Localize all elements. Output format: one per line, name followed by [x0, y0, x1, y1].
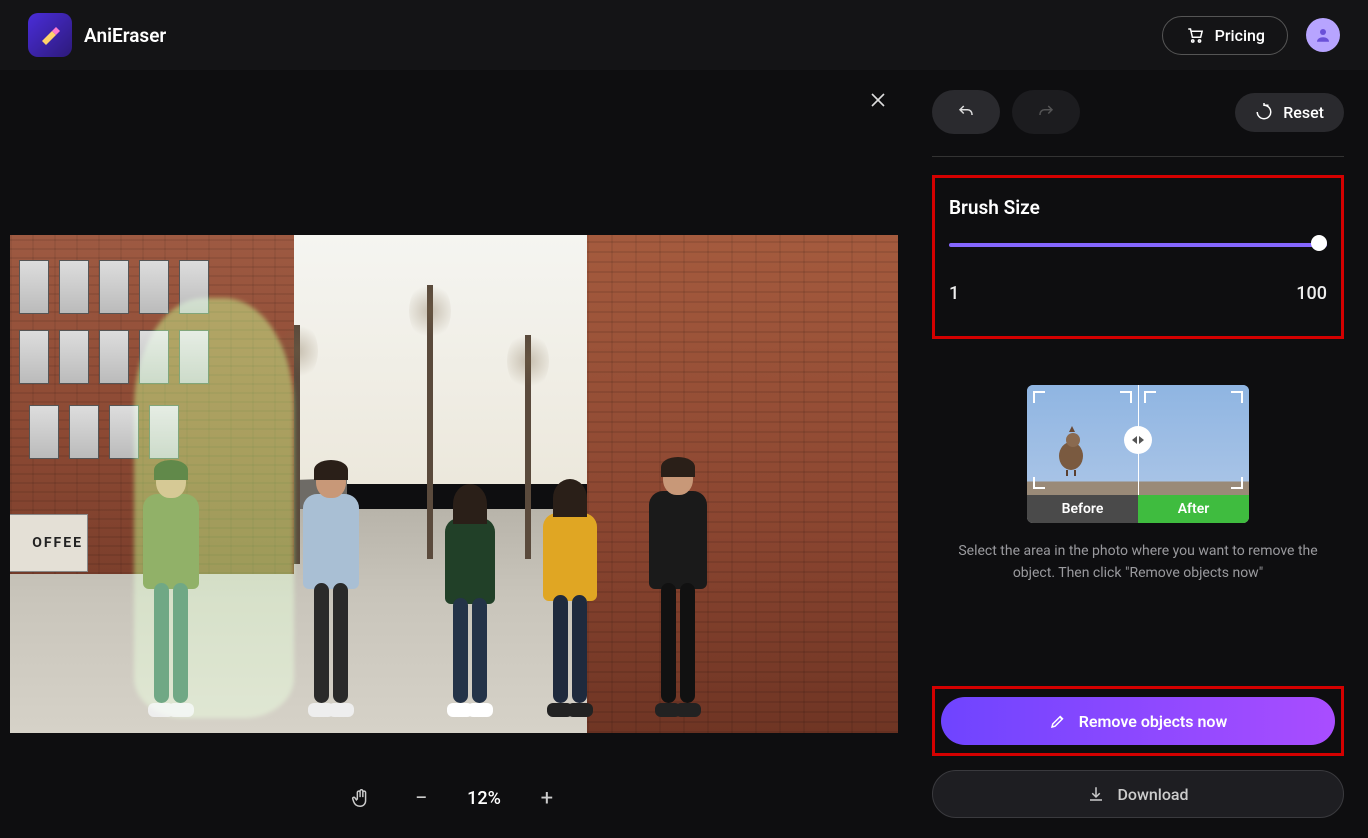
reset-button[interactable]: Reset	[1235, 93, 1344, 132]
instruction-text: Select the area in the photo where you w…	[938, 541, 1338, 584]
history-controls	[932, 90, 1080, 134]
divider	[932, 156, 1344, 157]
app-name: AniEraser	[84, 24, 166, 47]
brush-size-slider[interactable]	[949, 241, 1327, 249]
coffee-sign: OFFEE	[10, 514, 88, 572]
reset-label: Reset	[1283, 103, 1324, 122]
brush-icon	[1049, 712, 1067, 730]
user-icon	[1314, 26, 1332, 44]
download-icon	[1087, 785, 1105, 803]
redo-icon	[1035, 103, 1057, 121]
download-label: Download	[1117, 785, 1188, 804]
compare-handle-icon	[1124, 426, 1152, 454]
slider-min: 1	[949, 283, 959, 304]
plus-icon: +	[541, 786, 553, 811]
remove-objects-label: Remove objects now	[1079, 712, 1228, 731]
slider-track	[949, 243, 1327, 247]
bird-icon	[1049, 426, 1093, 476]
preview-image: Before After	[1027, 385, 1249, 523]
user-avatar[interactable]	[1306, 18, 1340, 52]
zoom-out-button[interactable]: −	[407, 784, 435, 812]
reset-icon	[1255, 103, 1273, 121]
redo-button[interactable]	[1012, 90, 1080, 134]
slider-range: 1 100	[949, 283, 1327, 304]
preview-section: Before After Select the area in the phot…	[932, 385, 1344, 584]
image-viewport[interactable]: OFFEE	[0, 70, 908, 838]
remove-objects-button[interactable]: Remove objects now	[941, 697, 1335, 745]
sidebar-top: Reset	[932, 90, 1344, 134]
pan-tool[interactable]	[347, 784, 375, 812]
edited-photo: OFFEE	[10, 235, 898, 733]
canvas-area: OFFEE	[0, 70, 908, 838]
header-right: Pricing	[1162, 16, 1340, 55]
app-header: AniEraser Pricing	[0, 0, 1368, 70]
brush-size-panel: Brush Size 1 100	[932, 175, 1344, 339]
brand: AniEraser	[28, 13, 166, 57]
minus-icon: −	[415, 786, 428, 811]
zoom-in-button[interactable]: +	[533, 784, 561, 812]
cart-icon	[1185, 26, 1205, 44]
undo-button[interactable]	[932, 90, 1000, 134]
download-button[interactable]: Download	[932, 770, 1344, 818]
pricing-label: Pricing	[1215, 26, 1265, 45]
undo-icon	[955, 103, 977, 121]
slider-thumb[interactable]	[1311, 235, 1327, 251]
close-button[interactable]	[866, 88, 890, 112]
primary-action-panel: Remove objects now	[932, 686, 1344, 756]
app-logo-icon	[28, 13, 72, 57]
sidebar: Reset Brush Size 1 100	[908, 70, 1368, 838]
hand-icon	[350, 787, 372, 809]
pricing-button[interactable]: Pricing	[1162, 16, 1288, 55]
slider-max: 100	[1296, 283, 1327, 304]
brush-size-title: Brush Size	[949, 196, 1327, 219]
main: OFFEE	[0, 70, 1368, 838]
close-icon	[870, 92, 886, 108]
before-label: Before	[1027, 495, 1138, 523]
after-label: After	[1138, 495, 1249, 523]
zoom-level: 12%	[467, 788, 501, 809]
zoom-controls: − 12% +	[0, 758, 908, 838]
person-highlighted	[143, 464, 199, 703]
